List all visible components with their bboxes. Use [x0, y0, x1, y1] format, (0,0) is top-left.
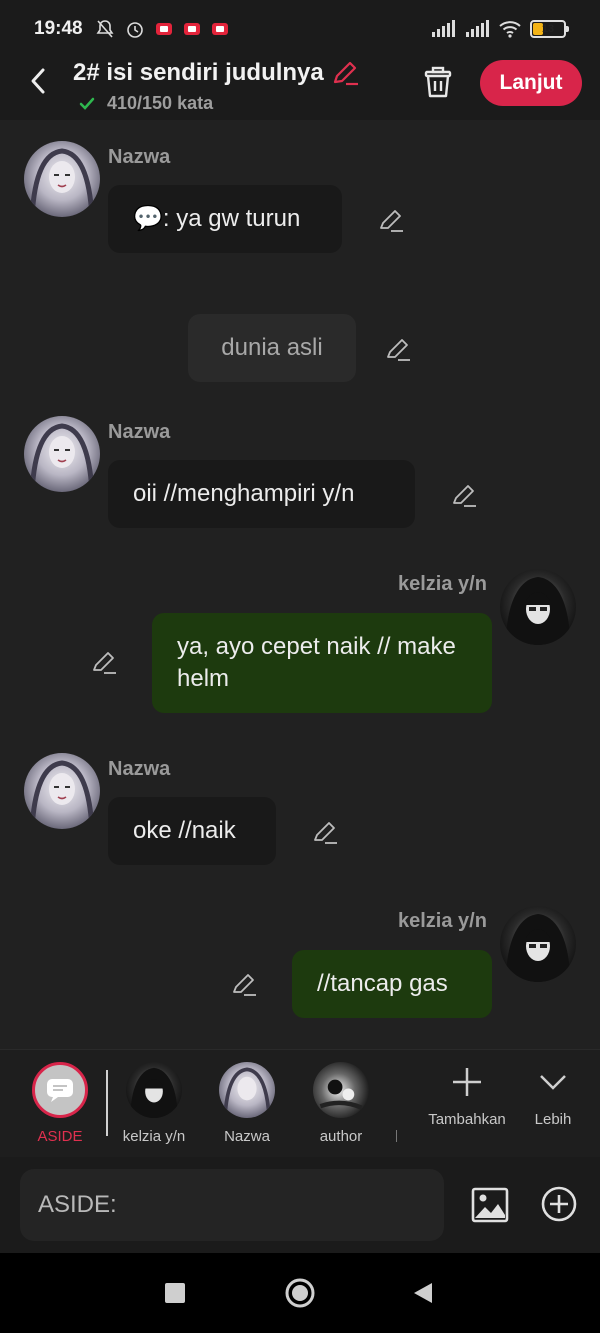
story-title: 2# isi sendiri judulnya	[73, 59, 324, 86]
message-bubble[interactable]: //tancap gas	[292, 950, 492, 1018]
character-label: Nazwa	[224, 1128, 270, 1145]
sender-name: Nazwa	[108, 146, 171, 168]
message-input[interactable]: ASIDE:	[20, 1169, 444, 1241]
avatar-nazwa[interactable]	[24, 141, 100, 217]
battery-level: 13	[541, 23, 555, 35]
avatar-nazwa	[219, 1062, 275, 1118]
avatar-author	[313, 1062, 369, 1118]
character-label: Lebih	[534, 1111, 572, 1128]
edit-icon[interactable]	[384, 335, 412, 363]
back-button[interactable]	[24, 66, 54, 96]
word-count: 410/150 kata	[107, 93, 214, 113]
divider	[106, 1070, 108, 1136]
avatar-kelzia[interactable]	[500, 906, 576, 982]
message-bubble[interactable]: oii //menghampiri y/n	[108, 460, 415, 528]
editor-header: 2# isi sendiri judulnya 410/150 kata Lan…	[0, 58, 600, 120]
edit-icon[interactable]	[450, 481, 478, 509]
divider	[396, 1130, 397, 1142]
message-bubble[interactable]: 💬: ya gw turun	[108, 185, 342, 253]
sender-name: kelzia y/n	[398, 573, 487, 595]
edit-title-icon[interactable]	[330, 58, 360, 88]
character-selector: ASIDE kelzia y/n Nazwa author Tambahkan …	[0, 1049, 600, 1157]
message-input-bar: ASIDE:	[0, 1157, 600, 1253]
edit-icon[interactable]	[230, 970, 258, 998]
system-navigation-bar	[0, 1253, 600, 1333]
message-bubble[interactable]: ya, ayo cepet naik // make helm	[152, 613, 492, 713]
status-system-icons: 13	[430, 20, 569, 38]
trash-icon[interactable]	[420, 64, 456, 100]
sender-name: kelzia y/n	[398, 910, 487, 932]
add-circle-icon[interactable]	[540, 1185, 578, 1223]
character-author[interactable]: author	[312, 1062, 370, 1145]
edit-icon[interactable]	[90, 648, 118, 676]
back-nav-icon[interactable]	[412, 1281, 434, 1305]
youtube-notification-icon	[183, 23, 200, 35]
sender-name: Nazwa	[108, 758, 171, 780]
message-bubble[interactable]: oke //naik	[108, 797, 276, 865]
character-label: Tambahkan	[428, 1111, 506, 1128]
character-aside[interactable]: ASIDE	[30, 1062, 90, 1145]
sender-name: Nazwa	[108, 421, 171, 443]
signal-icon	[432, 20, 455, 37]
youtube-notification-icon	[155, 23, 172, 35]
battery-icon: 13	[530, 20, 569, 38]
youtube-notification-icon	[211, 23, 228, 35]
edit-icon[interactable]	[377, 206, 405, 234]
plus-icon	[453, 1068, 481, 1096]
status-time: 19:48	[34, 18, 83, 39]
more-button[interactable]: Lebih	[530, 1064, 576, 1128]
recents-button-icon[interactable]	[164, 1282, 186, 1304]
next-button[interactable]: Lanjut	[480, 60, 582, 106]
bell-off-icon	[96, 20, 114, 38]
character-label: ASIDE	[37, 1128, 83, 1145]
title-block: 2# isi sendiri judulnya 410/150 kata	[73, 58, 360, 114]
avatar-nazwa[interactable]	[24, 753, 100, 829]
character-nazwa[interactable]: Nazwa	[219, 1062, 275, 1145]
chevron-down-icon	[540, 1075, 566, 1090]
character-label: author	[319, 1128, 363, 1145]
add-character-button[interactable]: Tambahkan	[427, 1064, 507, 1128]
narration-bubble[interactable]: dunia asli	[188, 314, 356, 382]
avatar-kelzia[interactable]	[500, 569, 576, 645]
status-bar: 19:48 13	[0, 0, 600, 58]
image-icon[interactable]	[470, 1185, 510, 1225]
home-button-icon[interactable]	[284, 1277, 316, 1309]
status-notification-icons	[95, 19, 229, 39]
aside-bubble-icon	[32, 1062, 88, 1118]
signal-icon	[466, 20, 489, 37]
character-kelzia[interactable]: kelzia y/n	[118, 1062, 190, 1145]
check-icon	[79, 97, 95, 110]
avatar-nazwa[interactable]	[24, 416, 100, 492]
alarm-icon	[126, 22, 143, 38]
avatar-kelzia	[126, 1062, 182, 1118]
wifi-icon	[499, 21, 521, 38]
edit-icon[interactable]	[311, 818, 339, 846]
character-label: kelzia y/n	[122, 1128, 186, 1145]
